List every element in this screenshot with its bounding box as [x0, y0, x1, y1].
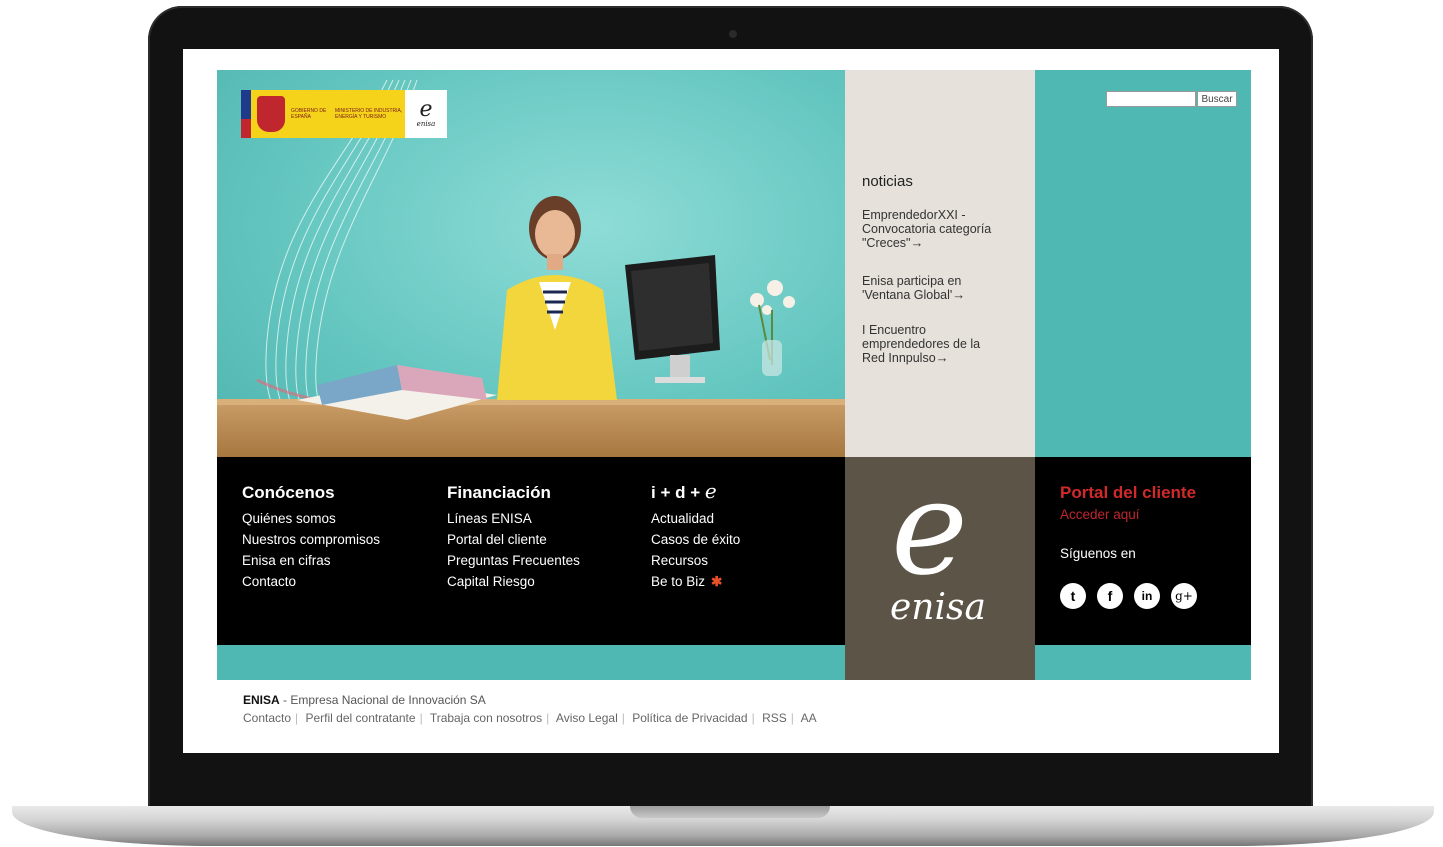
- spain-coat-of-arms: [257, 96, 285, 132]
- footer-link[interactable]: Contacto: [243, 711, 291, 725]
- nav-link-label: Be to Biz: [651, 574, 706, 589]
- news-item[interactable]: Enisa participa en 'Ventana Global'→: [862, 274, 1022, 302]
- logo-e: e: [891, 452, 968, 604]
- nav-link[interactable]: Líneas ENISA: [447, 508, 580, 529]
- nav-link[interactable]: Enisa en cifras: [242, 550, 380, 571]
- nav-heading[interactable]: Financiación: [447, 483, 580, 503]
- footer-link[interactable]: AA: [801, 711, 817, 725]
- client-login-link[interactable]: Acceder aquí: [1060, 507, 1140, 522]
- arrow-right-icon: →: [935, 350, 949, 365]
- arrow-right-icon: →: [952, 287, 966, 302]
- nav-link[interactable]: Preguntas Frecuentes: [447, 550, 580, 571]
- nav-column-ide: i + d + e Actualidad Casos de éxito Recu…: [651, 479, 740, 592]
- nav-link[interactable]: Contacto: [242, 571, 380, 592]
- news-item-line: 'Ventana Global': [862, 288, 953, 302]
- enisa-logo[interactable]: e enisa: [845, 457, 1035, 680]
- footer-company: ENISA - Empresa Nacional de Innovación S…: [243, 693, 486, 707]
- nav-link[interactable]: Recursos: [651, 550, 740, 571]
- nav-column-financiacion: Financiación Líneas ENISA Portal del cli…: [447, 483, 580, 592]
- woman-photo: [497, 196, 617, 400]
- eu-flag-stripe: [241, 90, 251, 138]
- nav-link[interactable]: Portal del cliente: [447, 529, 580, 550]
- news-item-line: I Encuentro: [862, 323, 926, 337]
- footer-link[interactable]: Trabaja con nosotros: [430, 711, 542, 725]
- news-item-line: "Creces": [862, 236, 911, 250]
- search-button[interactable]: Buscar: [1197, 91, 1237, 107]
- nav-link[interactable]: Casos de éxito: [651, 529, 740, 550]
- flower-vase-image: [750, 280, 795, 376]
- twitter-icon[interactable]: t: [1060, 583, 1086, 609]
- ministry-text: Ministerio de Industria, Energía y Turis…: [335, 108, 403, 120]
- screen: Gobierno de España Ministerio de Industr…: [183, 49, 1279, 753]
- news-item-line: Convocatoria categoría: [862, 222, 992, 236]
- gov-text: Gobierno de España: [291, 108, 327, 120]
- logo-word: enisa: [890, 587, 986, 628]
- news-item-line: Enisa participa en: [862, 274, 962, 288]
- footer-link[interactable]: Aviso Legal: [556, 711, 618, 725]
- facebook-icon[interactable]: f: [1097, 583, 1123, 609]
- news-item-line: emprendedores de la: [862, 337, 981, 351]
- computer-monitor-image: [625, 255, 720, 383]
- nav-column-conocenos: Conócenos Quiénes somos Nuestros comprom…: [242, 483, 380, 592]
- nav-link[interactable]: Capital Riesgo: [447, 571, 580, 592]
- government-logo: Gobierno de España Ministerio de Industr…: [241, 90, 447, 138]
- nav-link[interactable]: Nuestros compromisos: [242, 529, 380, 550]
- asterisk-icon: ✱: [711, 574, 723, 589]
- nav-link[interactable]: Quiénes somos: [242, 508, 380, 529]
- client-portal-box: Portal del cliente Acceder aquí Síguenos…: [1035, 457, 1251, 645]
- footer-link[interactable]: Política de Privacidad: [632, 711, 747, 725]
- footer-link[interactable]: Perfil del contratante: [306, 711, 416, 725]
- news-item-line: Red Innpulso: [862, 351, 936, 365]
- news-item-line: EmprendedorXXI -: [862, 208, 966, 222]
- mini-logo-e: e: [419, 97, 433, 122]
- camera-icon: [729, 30, 737, 38]
- hero-banner: Gobierno de España Ministerio de Industr…: [217, 70, 845, 457]
- nav-heading-text: i + d +: [651, 483, 705, 502]
- nav-heading[interactable]: Conócenos: [242, 483, 380, 503]
- main-navigation: Conócenos Quiénes somos Nuestros comprom…: [217, 457, 845, 645]
- enisa-mini-logo[interactable]: e enisa: [405, 90, 447, 138]
- google-plus-icon[interactable]: g+: [1171, 583, 1197, 609]
- footer-link[interactable]: RSS: [762, 711, 787, 725]
- laptop-notch: [630, 806, 830, 818]
- nav-link[interactable]: Actualidad: [651, 508, 740, 529]
- search-input[interactable]: [1106, 91, 1196, 107]
- news-title: noticias: [862, 173, 913, 190]
- nav-link-be-to-biz[interactable]: Be to Biz ✱: [651, 571, 740, 592]
- nav-heading[interactable]: i + d + e: [651, 479, 740, 503]
- teal-strip: [217, 645, 845, 680]
- footer-brand: ENISA: [243, 693, 280, 707]
- news-item[interactable]: EmprendedorXXI - Convocatoria categoría …: [862, 208, 1022, 250]
- nav-heading-e: e: [704, 479, 717, 503]
- mini-logo-word: enisa: [416, 120, 436, 128]
- arrow-right-icon: →: [910, 235, 924, 250]
- footer-tagline: - Empresa Nacional de Innovación SA: [279, 693, 486, 707]
- linkedin-icon[interactable]: in: [1134, 583, 1160, 609]
- follow-us-label: Síguenos en: [1060, 546, 1136, 561]
- footer-links: Contacto | Perfil del contratante | Trabaj…: [243, 711, 817, 725]
- news-item[interactable]: I Encuentro emprendedores de la Red Innp…: [862, 323, 1022, 365]
- client-portal-title[interactable]: Portal del cliente: [1060, 483, 1196, 503]
